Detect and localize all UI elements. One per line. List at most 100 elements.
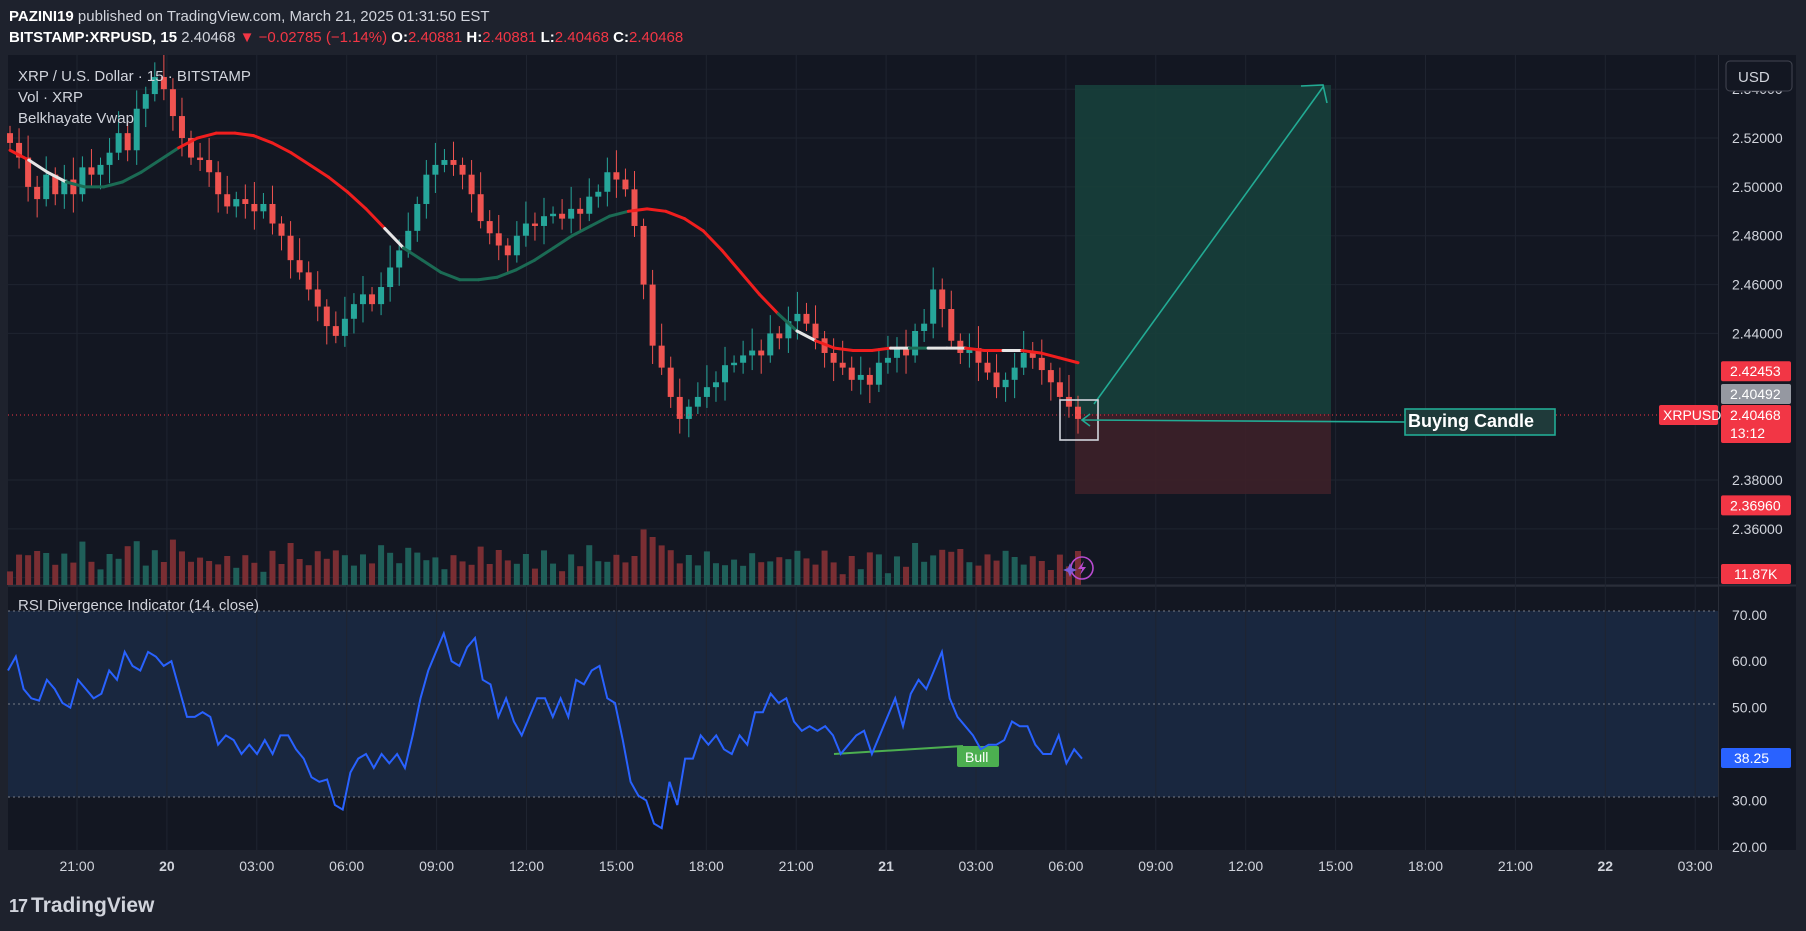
candle-body[interactable] bbox=[115, 133, 122, 153]
candle-body[interactable] bbox=[341, 318, 348, 336]
candle-body[interactable] bbox=[432, 164, 439, 175]
candle-body[interactable] bbox=[631, 189, 638, 226]
legend-volume[interactable]: Vol · XRP bbox=[18, 89, 83, 106]
candle-body[interactable] bbox=[423, 174, 430, 204]
candle-body[interactable] bbox=[794, 313, 801, 322]
candle-body[interactable] bbox=[495, 233, 502, 246]
candle-body[interactable] bbox=[359, 294, 366, 305]
candle-body[interactable] bbox=[830, 352, 837, 363]
candle-body[interactable] bbox=[414, 203, 421, 231]
candle-body[interactable] bbox=[224, 194, 231, 207]
candle-body[interactable] bbox=[948, 309, 955, 341]
candle-body[interactable] bbox=[396, 250, 403, 268]
candle-body[interactable] bbox=[939, 289, 946, 310]
candle-body[interactable] bbox=[586, 196, 593, 214]
candle-body[interactable] bbox=[34, 186, 41, 200]
candle-body[interactable] bbox=[124, 133, 131, 151]
candle-body[interactable] bbox=[921, 323, 928, 331]
candle-body[interactable] bbox=[269, 203, 276, 224]
candle-body[interactable] bbox=[169, 89, 176, 117]
candle-body[interactable] bbox=[758, 350, 765, 356]
candle-body[interactable] bbox=[577, 208, 584, 214]
candle-body[interactable] bbox=[206, 160, 213, 173]
candle-body[interactable] bbox=[1075, 406, 1081, 419]
candle-body[interactable] bbox=[387, 267, 394, 288]
candle-body[interactable] bbox=[649, 284, 656, 346]
candle-body[interactable] bbox=[287, 235, 294, 261]
candle-body[interactable] bbox=[278, 223, 285, 236]
candle-body[interactable] bbox=[314, 289, 321, 307]
candle-body[interactable] bbox=[930, 289, 937, 324]
candle-body[interactable] bbox=[749, 350, 756, 356]
candle-body[interactable] bbox=[1011, 367, 1018, 380]
candle-body[interactable] bbox=[1020, 352, 1027, 368]
candle-body[interactable] bbox=[350, 304, 357, 319]
candle-body[interactable] bbox=[79, 167, 86, 195]
candle-body[interactable] bbox=[541, 216, 547, 226]
candle-body[interactable] bbox=[369, 294, 376, 305]
candle-body[interactable] bbox=[812, 323, 819, 339]
candle-body[interactable] bbox=[875, 362, 882, 385]
price-axis[interactable] bbox=[1718, 55, 1796, 850]
legend-main[interactable]: XRP / U.S. Dollar · 15 · BITSTAMP bbox=[18, 68, 251, 85]
candle-body[interactable] bbox=[178, 116, 185, 139]
candle-body[interactable] bbox=[568, 208, 575, 219]
candle-body[interactable] bbox=[296, 260, 303, 273]
candle-body[interactable] bbox=[1065, 396, 1072, 407]
candle-body[interactable] bbox=[251, 203, 258, 212]
candle-body[interactable] bbox=[1056, 382, 1063, 397]
candle-body[interactable] bbox=[7, 133, 13, 143]
rsi-legend[interactable]: RSI Divergence Indicator (14, close) bbox=[18, 597, 259, 614]
candle-body[interactable] bbox=[405, 230, 412, 251]
candle-body[interactable] bbox=[622, 179, 629, 190]
candle-body[interactable] bbox=[613, 172, 620, 180]
candle-body[interactable] bbox=[323, 306, 330, 327]
candle-body[interactable] bbox=[740, 355, 747, 363]
candle-body[interactable] bbox=[839, 362, 846, 368]
candle-body[interactable] bbox=[722, 365, 729, 383]
candle-body[interactable] bbox=[97, 164, 104, 175]
candle-body[interactable] bbox=[260, 203, 267, 212]
candle-body[interactable] bbox=[993, 372, 1000, 388]
candle-body[interactable] bbox=[685, 406, 692, 419]
candle-body[interactable] bbox=[1002, 379, 1009, 388]
candle-body[interactable] bbox=[595, 191, 602, 197]
candle-body[interactable] bbox=[468, 174, 475, 195]
candle-body[interactable] bbox=[559, 213, 566, 219]
candle-body[interactable] bbox=[984, 362, 991, 373]
candle-body[interactable] bbox=[550, 213, 557, 217]
candle-body[interactable] bbox=[776, 333, 783, 339]
candle-body[interactable] bbox=[522, 223, 529, 236]
candle-body[interactable] bbox=[332, 326, 339, 336]
tradingview-logo[interactable]: 17 TradingView bbox=[9, 894, 154, 918]
candle-body[interactable] bbox=[531, 223, 538, 226]
candle-body[interactable] bbox=[667, 367, 674, 397]
candle-body[interactable] bbox=[703, 387, 710, 397]
candle-body[interactable] bbox=[133, 108, 140, 151]
candle-body[interactable] bbox=[142, 94, 149, 109]
candle-body[interactable] bbox=[1047, 370, 1054, 383]
position-loss-zone[interactable] bbox=[1075, 414, 1331, 494]
legend-vwap[interactable]: Belkhayate Vwap bbox=[18, 110, 134, 127]
candle-body[interactable] bbox=[857, 374, 864, 380]
chart-canvas[interactable]: Buying Candle Bull 2.540002.520002.50000… bbox=[0, 0, 1806, 931]
candle-body[interactable] bbox=[912, 330, 919, 356]
candle-body[interactable] bbox=[712, 382, 719, 388]
candle-body[interactable] bbox=[694, 396, 701, 407]
candle-body[interactable] bbox=[604, 172, 611, 192]
candle-body[interactable] bbox=[378, 287, 385, 305]
candle-body[interactable] bbox=[731, 362, 738, 366]
candle-body[interactable] bbox=[450, 160, 457, 165]
candle-body[interactable] bbox=[233, 199, 240, 207]
candle-body[interactable] bbox=[197, 157, 204, 161]
candle-body[interactable] bbox=[242, 199, 249, 204]
candle-body[interactable] bbox=[676, 396, 683, 419]
candle-body[interactable] bbox=[803, 313, 810, 324]
candle-body[interactable] bbox=[504, 245, 511, 256]
candle-body[interactable] bbox=[866, 374, 873, 385]
candle-body[interactable] bbox=[513, 235, 520, 256]
candle-body[interactable] bbox=[106, 152, 113, 165]
candle-body[interactable] bbox=[305, 272, 312, 290]
candle-body[interactable] bbox=[459, 164, 466, 175]
candle-body[interactable] bbox=[848, 367, 855, 380]
